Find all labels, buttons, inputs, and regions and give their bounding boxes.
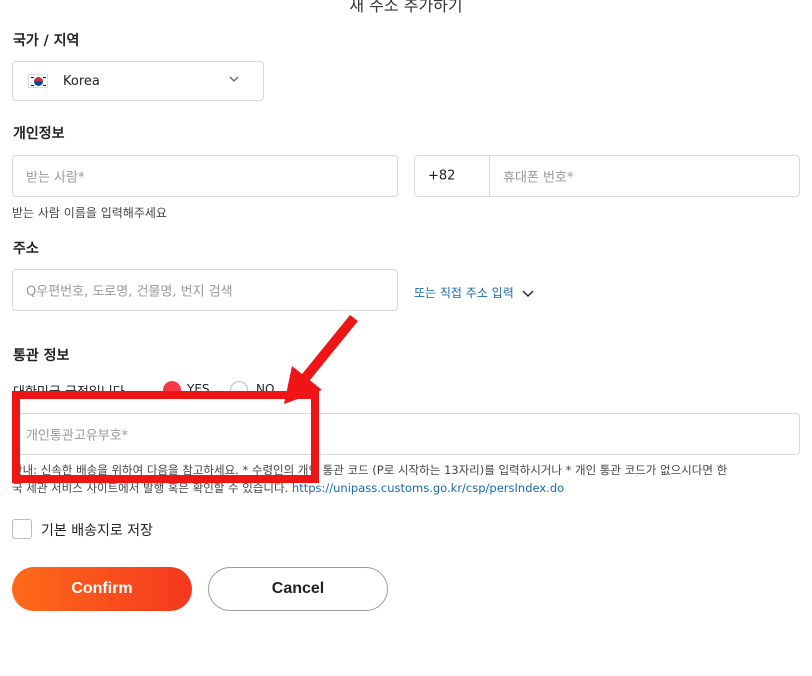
country-section-label: 국가 / 지역 bbox=[13, 33, 80, 49]
confirm-button[interactable]: Confirm bbox=[12, 567, 192, 611]
address-search-input[interactable]: Q우편번호, 도로명, 건물명, 번지 검색 bbox=[12, 269, 398, 311]
recipient-name-placeholder: 받는 사람* bbox=[26, 170, 85, 186]
country-select[interactable]: Korea bbox=[12, 61, 264, 101]
chevron-down-icon bbox=[229, 76, 239, 82]
annotation-highlight-box bbox=[12, 391, 319, 483]
chevron-down-icon bbox=[522, 290, 534, 297]
annotation-arrow-icon bbox=[284, 314, 358, 404]
phone-number-placeholder: 휴대폰 번호* bbox=[503, 170, 574, 186]
cancel-button[interactable]: Cancel bbox=[208, 567, 388, 611]
phone-input-group[interactable]: +82 휴대폰 번호* bbox=[414, 155, 800, 197]
phone-country-code[interactable]: +82 bbox=[428, 169, 455, 184]
address-search-placeholder: Q우편번호, 도로명, 건물명, 번지 검색 bbox=[26, 284, 233, 300]
recipient-name-input[interactable]: 받는 사람* bbox=[12, 155, 398, 197]
dialog-title: 새 주소 추가하기 bbox=[349, 0, 463, 15]
manual-address-link-label: 또는 직접 주소 입력 bbox=[414, 286, 514, 300]
save-default-checkbox[interactable] bbox=[12, 519, 32, 539]
country-selected-value: Korea bbox=[63, 73, 100, 89]
customs-guide-text: 국 세관 서비스 사이트에서 발행 혹은 확인할 수 있습니다. bbox=[12, 481, 289, 495]
personal-section-label: 개인정보 bbox=[13, 126, 65, 142]
manual-address-link[interactable]: 또는 직접 주소 입력 bbox=[414, 284, 534, 301]
customs-section-label: 통관 정보 bbox=[13, 348, 70, 364]
save-default-label: 기본 배송지로 저장 bbox=[41, 523, 153, 539]
korea-flag-icon bbox=[28, 74, 48, 88]
recipient-hint: 받는 사람 이름을 입력해주세요 bbox=[12, 206, 167, 220]
phone-divider bbox=[489, 156, 490, 196]
address-section-label: 주소 bbox=[13, 241, 39, 257]
customs-guide-link[interactable]: https://unipass.customs.go.kr/csp/persIn… bbox=[292, 481, 564, 495]
